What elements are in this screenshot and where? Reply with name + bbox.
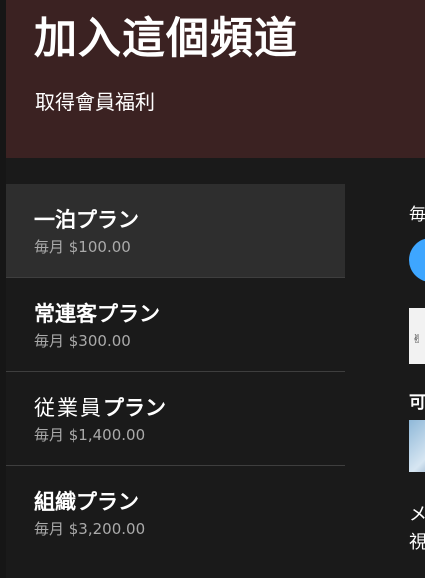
plan-name: 従業員プラン <box>34 392 345 422</box>
join-channel-header: 加入這個頻道 取得會員福利 <box>6 0 425 158</box>
plan-price: 毎月 $100.00 <box>34 238 131 256</box>
plan-detail-pane: 毎 ✌ 可 メ 視 <box>409 158 425 578</box>
plan-price: 毎月 $300.00 <box>34 332 131 350</box>
plan-name: 一泊プラン <box>34 208 139 232</box>
perk-description-line1: メ <box>409 504 425 525</box>
plan-name-part: プラン <box>103 396 166 420</box>
badge-icon: ✌ <box>412 332 423 346</box>
plan-name-part: 従業員 <box>34 396 103 420</box>
plan-price: 毎月 $3,200.00 <box>34 520 146 538</box>
detail-price-label: 毎 <box>409 205 425 225</box>
join-button[interactable] <box>409 238 425 282</box>
plan-item-overnight[interactable]: 一泊プラン 毎月 $100.00 <box>6 184 345 278</box>
perk-description-line2: 視 <box>409 532 425 553</box>
plan-item-regular[interactable]: 常連客プラン 毎月 $300.00 <box>6 278 345 372</box>
plan-name: 組織プラン <box>34 490 139 514</box>
available-perks-heading: 可 <box>409 393 425 413</box>
loyalty-badge-image: ✌ <box>409 308 425 364</box>
page-title: 加入這個頻道 <box>34 14 298 64</box>
plan-item-organization[interactable]: 組織プラン 毎月 $3,200.00 <box>6 466 345 560</box>
membership-panel: 一泊プラン 毎月 $100.00 常連客プラン 毎月 $300.00 従業員プラ… <box>6 158 425 578</box>
plan-list: 一泊プラン 毎月 $100.00 常連客プラン 毎月 $300.00 従業員プラ… <box>6 184 345 560</box>
plan-price: 毎月 $1,400.00 <box>34 426 146 444</box>
page-subtitle: 取得會員福利 <box>35 90 155 114</box>
custom-emoji-image <box>409 420 425 472</box>
plan-name: 常連客プラン <box>34 302 160 326</box>
plan-item-employee[interactable]: 従業員プラン 毎月 $1,400.00 <box>6 372 345 466</box>
